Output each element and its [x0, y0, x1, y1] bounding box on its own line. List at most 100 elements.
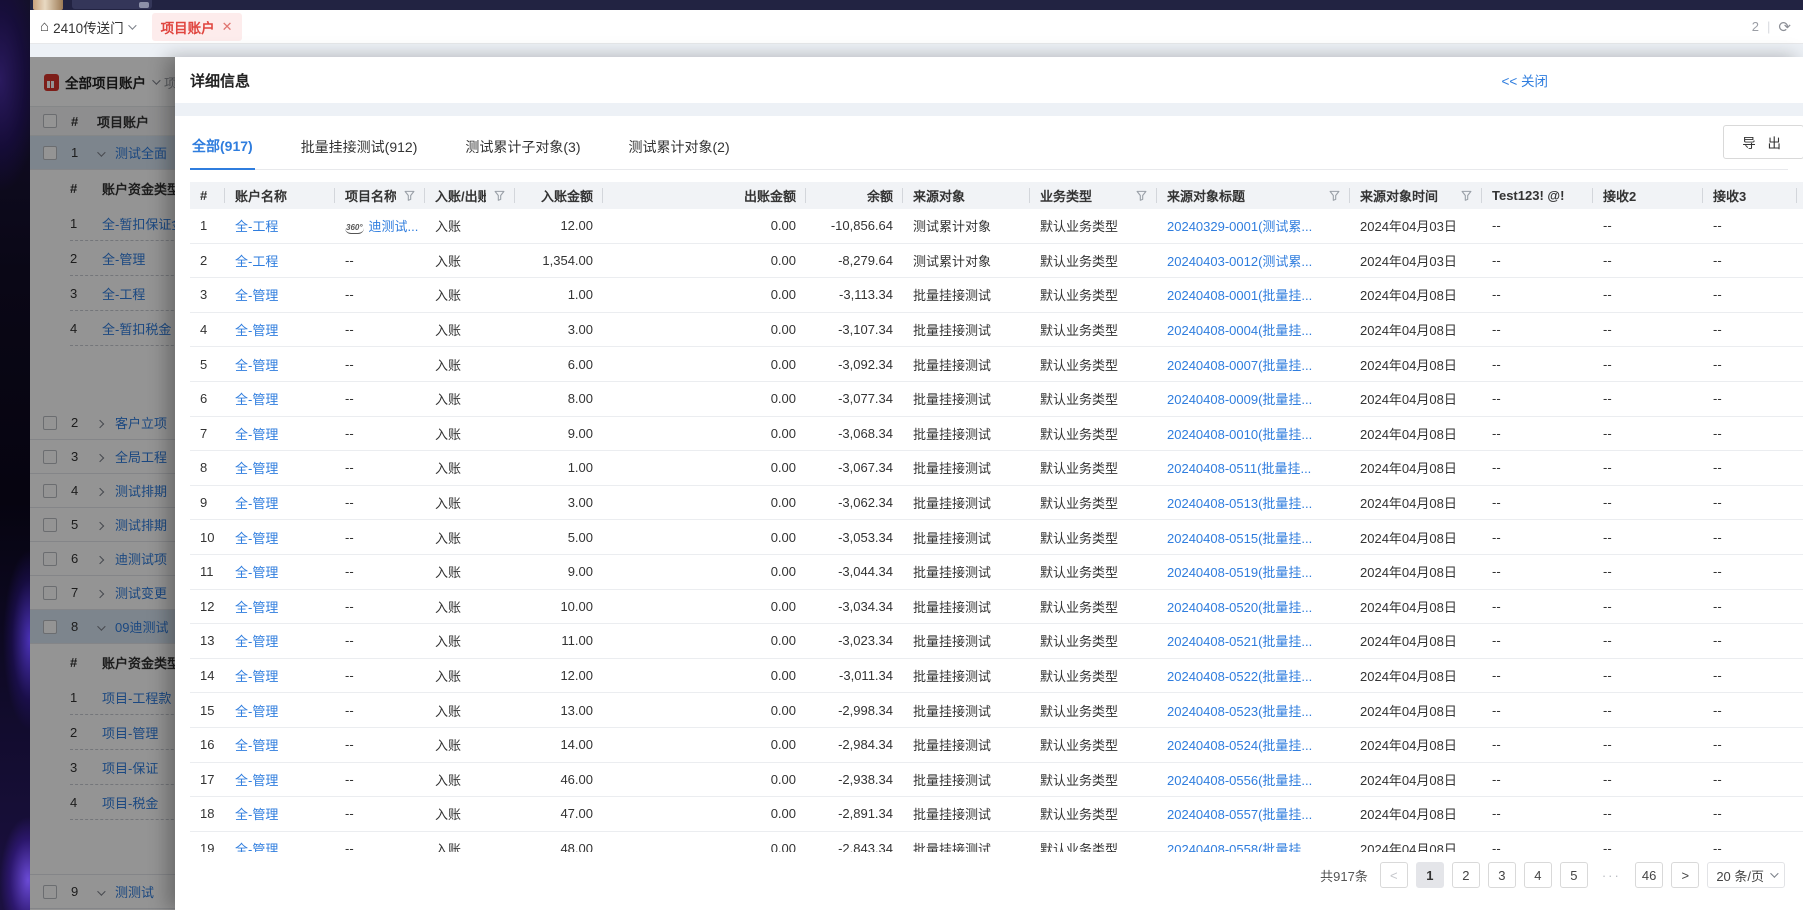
filter-funnel-icon[interactable]: [1128, 190, 1147, 201]
cell-9: 默认业务类型: [1030, 355, 1157, 374]
page-button-1[interactable]: 1: [1416, 862, 1444, 888]
cell-14: --: [1703, 703, 1797, 718]
cell-link[interactable]: 全-工程: [235, 219, 278, 234]
page-size-select[interactable]: 20 条/页: [1707, 862, 1785, 888]
page-button-3[interactable]: 3: [1488, 862, 1516, 888]
cell-link[interactable]: 20240329-0001(测试累...: [1167, 219, 1312, 234]
cell-link[interactable]: 20240408-0004(批量挂...: [1167, 323, 1312, 338]
desktop-wallpaper: [0, 0, 30, 910]
cell-link[interactable]: 全-管理: [235, 461, 278, 476]
cell-8: 批量挂接测试: [903, 804, 1030, 823]
home-tab[interactable]: ⌂ 2410传送门: [40, 17, 134, 37]
cell-1: 17: [190, 772, 225, 787]
cell-link[interactable]: 全-管理: [235, 669, 278, 684]
chevron-down-icon[interactable]: [128, 21, 136, 29]
avatar[interactable]: [33, 0, 63, 10]
cell-link[interactable]: 20240408-0524(批量挂...: [1167, 738, 1312, 753]
cell-link[interactable]: 全-管理: [235, 634, 278, 649]
cell-5: 1,354.00: [515, 253, 603, 268]
cell-14: --: [1703, 460, 1797, 475]
page-button-4[interactable]: 4: [1524, 862, 1552, 888]
column-header-7: 余额: [806, 182, 903, 209]
cell-link[interactable]: 全-管理: [235, 531, 278, 546]
cell-7: -3,034.34: [806, 599, 903, 614]
cell-link[interactable]: 20240408-0522(批量挂...: [1167, 669, 1312, 684]
cell-13: --: [1593, 218, 1703, 233]
close-tab-icon[interactable]: ✕: [222, 19, 233, 35]
page-button-5[interactable]: 5: [1560, 862, 1588, 888]
filter-funnel-icon[interactable]: [396, 190, 415, 201]
next-page-button[interactable]: >: [1671, 862, 1699, 888]
filter-funnel-icon[interactable]: [486, 190, 505, 201]
cell-3: --: [335, 322, 425, 337]
export-button[interactable]: 导 出: [1723, 125, 1803, 159]
cell-link[interactable]: 20240408-0513(批量挂...: [1167, 496, 1312, 511]
cell-link[interactable]: 20240408-0009(批量挂...: [1167, 392, 1312, 407]
filter-funnel-icon[interactable]: [1453, 190, 1472, 201]
cell-link[interactable]: 20240408-0010(批量挂...: [1167, 427, 1312, 442]
cell-text: 2024年04月03日: [1360, 254, 1457, 269]
cell-text: --: [345, 357, 354, 372]
refresh-icon[interactable]: ⟳: [1778, 18, 1791, 36]
cell-text: 2024年04月08日: [1360, 531, 1457, 546]
cell-link[interactable]: 20240408-0556(批量挂...: [1167, 773, 1312, 788]
cell-link[interactable]: 全-管理: [235, 358, 278, 373]
cell-link[interactable]: 全-管理: [235, 704, 278, 719]
cell-link[interactable]: 20240408-0511(批量挂...: [1167, 461, 1311, 476]
cell-11: 2024年04月03日: [1350, 216, 1482, 235]
cell-link[interactable]: 全-管理: [235, 738, 278, 753]
cell-link[interactable]: 全-管理: [235, 600, 278, 615]
tab-4[interactable]: 测试累计对象(2): [627, 131, 732, 169]
cell-link[interactable]: 全-管理: [235, 427, 278, 442]
cell-link[interactable]: 全-管理: [235, 323, 278, 338]
cell-link[interactable]: 全-管理: [235, 392, 278, 407]
cell-text: --: [1713, 460, 1722, 475]
tab-2[interactable]: 批量挂接测试(912): [299, 131, 420, 169]
cell-link[interactable]: 全-管理: [235, 288, 278, 303]
cell-link[interactable]: 迪测试...: [369, 219, 419, 234]
cell-link[interactable]: 20240408-0520(批量挂...: [1167, 600, 1312, 615]
cell-text: --: [1713, 530, 1722, 545]
cell-link[interactable]: 全-管理: [235, 496, 278, 511]
page-button-46[interactable]: 46: [1635, 862, 1663, 888]
cell-13: --: [1593, 668, 1703, 683]
cell-link[interactable]: 20240408-0521(批量挂...: [1167, 634, 1312, 649]
cell-6: 0.00: [603, 391, 806, 406]
cell-1: 11: [190, 564, 225, 579]
cell-11: 2024年04月08日: [1350, 666, 1482, 685]
modal-dim-overlay[interactable]: [30, 57, 175, 910]
cell-text: --: [1713, 668, 1722, 683]
cell-link[interactable]: 20240408-0558(批量挂...: [1167, 842, 1312, 852]
cell-link[interactable]: 全-工程: [235, 254, 278, 269]
tab-3[interactable]: 测试累计子对象(3): [463, 131, 582, 169]
cell-13: --: [1593, 599, 1703, 614]
cell-text: 8: [200, 460, 207, 475]
tab-1[interactable]: 全部(917): [190, 130, 255, 170]
cell-link[interactable]: 20240408-0515(批量挂...: [1167, 531, 1312, 546]
cell-link[interactable]: 全-管理: [235, 773, 278, 788]
cell-2: 全-管理: [225, 804, 335, 823]
cell-text: 默认业务类型: [1040, 254, 1118, 269]
cell-link[interactable]: 全-管理: [235, 807, 278, 822]
cell-link[interactable]: 20240408-0557(批量挂...: [1167, 807, 1312, 822]
cell-link[interactable]: 20240408-0519(批量挂...: [1167, 565, 1312, 580]
cell-link[interactable]: 20240403-0012(测试累...: [1167, 254, 1312, 269]
cell-link[interactable]: 全-管理: [235, 842, 278, 852]
cell-6: 0.00: [603, 772, 806, 787]
cell-text: --: [1492, 633, 1501, 648]
filter-funnel-icon[interactable]: [1321, 190, 1340, 201]
prev-page-button: <: [1380, 862, 1408, 888]
cell-11: 2024年04月08日: [1350, 631, 1482, 650]
cell-link[interactable]: 20240408-0523(批量挂...: [1167, 704, 1312, 719]
collapse-close-link[interactable]: << 关闭: [1501, 70, 1788, 90]
cell-link[interactable]: 20240408-0001(批量挂...: [1167, 288, 1312, 303]
cell-3: --: [335, 287, 425, 302]
cell-link[interactable]: 全-管理: [235, 565, 278, 580]
page-button-2[interactable]: 2: [1452, 862, 1480, 888]
cell-link[interactable]: 20240408-0007(批量挂...: [1167, 358, 1312, 373]
address-bar[interactable]: [72, 0, 152, 9]
cell-2: 全-管理: [225, 458, 335, 477]
cell-text: 默认业务类型: [1040, 219, 1118, 234]
tab-project-account[interactable]: 项目账户 ✕: [152, 13, 242, 41]
cell-text: 默认业务类型: [1040, 392, 1118, 407]
